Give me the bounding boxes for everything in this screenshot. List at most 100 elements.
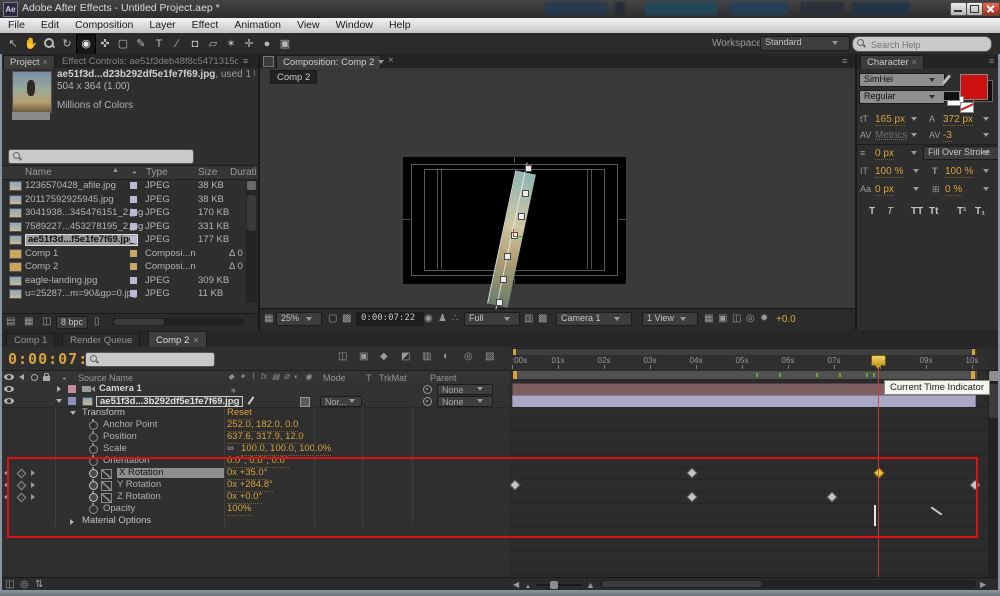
label-color-chip[interactable] [68, 397, 76, 405]
interpret-footage-icon[interactable]: ▤ [6, 316, 15, 328]
expand-arrow-icon[interactable] [70, 519, 74, 525]
comp-mini-tab[interactable]: Comp 2 [270, 70, 317, 84]
project-scrollbar[interactable] [246, 179, 257, 303]
column-parent[interactable]: Parent [430, 373, 457, 383]
font-size-arrow-icon[interactable] [911, 117, 917, 121]
pan-behind-tool-icon[interactable]: ✜ [96, 35, 114, 54]
panel-menu-icon[interactable]: ≡ [842, 56, 847, 66]
tab-character[interactable]: Character × [860, 55, 924, 69]
stroke-width-arrow-icon[interactable] [911, 151, 917, 155]
column-t[interactable]: T [366, 373, 372, 383]
current-time-indicator[interactable] [871, 355, 886, 366]
resolution-dropdown[interactable]: Full [464, 312, 520, 326]
prev-keyframe-icon[interactable] [4, 482, 8, 488]
live-update-icon[interactable]: ▣ [359, 351, 368, 362]
exposure-control-icon[interactable]: ✹ [760, 313, 768, 325]
close-button[interactable] [982, 2, 1000, 16]
project-row[interactable]: Comp 1Composi...nΔ 0 [0, 247, 246, 260]
maximize-button[interactable] [966, 2, 983, 16]
label-color-chip[interactable] [130, 290, 137, 297]
graph-editor-icon[interactable]: ▨ [485, 351, 494, 362]
project-row[interactable]: 3041938...345476151_2.jpgJPEG170 KB [0, 206, 246, 219]
column-trkmat[interactable]: TrkMat [379, 373, 407, 383]
quality-icon[interactable] [248, 396, 255, 405]
column-mode[interactable]: Mode [323, 373, 346, 383]
fast-previews-icon[interactable]: ▦ [704, 313, 713, 325]
set-keyframe-icon[interactable] [17, 481, 27, 491]
next-keyframe-icon[interactable] [31, 470, 35, 476]
timeline-zoom-slider[interactable] [536, 584, 582, 586]
timeline-tab-comp-1[interactable]: Comp 1 [6, 333, 55, 348]
property-label[interactable]: Anchor Point [103, 419, 157, 431]
grid-options-icon[interactable]: ▦ [264, 313, 273, 325]
work-area-start-handle[interactable] [513, 371, 517, 379]
column-type[interactable]: Type [146, 167, 168, 178]
project-item-name[interactable]: Comp 2 [25, 260, 58, 273]
horizontal-scale-value[interactable]: 100 % [945, 166, 973, 178]
parent-dropdown[interactable]: None [437, 396, 493, 407]
parent-dropdown[interactable]: None [437, 384, 493, 395]
frame-blending-icon[interactable]: ▥ [422, 351, 431, 362]
tracking-arrow-icon[interactable] [983, 133, 989, 137]
new-composition-icon[interactable]: ◫ [42, 316, 51, 328]
char-toggle-0[interactable]: T [869, 206, 875, 217]
zoom-slider-thumb[interactable] [550, 581, 558, 589]
property-label[interactable]: Position [103, 431, 137, 443]
camera-dropdown[interactable]: Camera 1 [556, 312, 632, 326]
brush-tool-icon[interactable]: ∕ [168, 35, 186, 54]
project-row[interactable]: 7589227...453278195_2.jpgJPEG331 KB [0, 220, 246, 233]
snapshot-icon[interactable]: ◉ [424, 313, 433, 325]
project-row[interactable]: Comp 2Composi...nΔ 0 [0, 260, 246, 273]
menu-window[interactable]: Window [328, 18, 381, 33]
sort-arrow-icon[interactable]: ▲ [112, 167, 119, 174]
blend-mode-dropdown[interactable]: Nor... [320, 396, 362, 407]
bit-depth-button[interactable]: 8 bpc [56, 316, 88, 329]
keyframe-z-rotation[interactable] [826, 491, 837, 502]
layer-handle[interactable] [518, 213, 525, 220]
project-item-name[interactable]: u=25287...m=90&gp=0.jpg [25, 287, 137, 300]
constrain-proportions-icon[interactable]: ∞ [227, 443, 234, 455]
kerning-arrow-icon[interactable] [911, 133, 917, 137]
fill-color-swatch[interactable] [960, 74, 988, 100]
local-axis-mode-icon[interactable]: ✛ [240, 35, 258, 54]
zoom-tool-icon[interactable] [40, 35, 58, 54]
eye-icon[interactable] [4, 386, 14, 392]
label-color-chip[interactable] [130, 182, 137, 189]
hand-tool-icon[interactable]: ✋ [22, 35, 40, 54]
timeline-button-icon[interactable]: ▣ [718, 313, 727, 325]
keyframe-x-rotation[interactable] [873, 467, 884, 478]
expand-arrow-icon[interactable] [70, 411, 76, 415]
stopwatch-icon[interactable] [89, 421, 98, 430]
label-color-chip[interactable] [130, 196, 137, 203]
char-toggle-1[interactable]: T [887, 206, 893, 217]
menu-animation[interactable]: Animation [226, 18, 289, 33]
project-row[interactable]: eagle-landing.jpgJPEG309 KB [0, 274, 246, 287]
char-toggle-5[interactable]: T₁ [975, 206, 985, 217]
tsume-value[interactable]: 0 % [945, 184, 962, 196]
menu-help[interactable]: Help [381, 18, 419, 33]
vertical-scale-value[interactable]: 100 % [875, 166, 903, 178]
set-keyframe-icon[interactable] [17, 469, 27, 479]
help-search-box[interactable] [852, 36, 992, 52]
type-tool-icon[interactable]: T [150, 35, 168, 54]
eraser-tool-icon[interactable]: ▱ [204, 35, 222, 54]
menu-view[interactable]: View [289, 18, 328, 33]
project-item-name[interactable]: 7589227...453278195_2.jpg [25, 220, 143, 233]
property-label[interactable]: X Rotation [117, 468, 224, 478]
layer-handle[interactable] [525, 165, 532, 172]
menu-edit[interactable]: Edit [33, 18, 67, 33]
project-row[interactable]: 20117592925945.jpgJPEG38 KB [0, 193, 246, 206]
layer-name[interactable]: Camera 1 [99, 383, 142, 395]
keyframe-y-rotation[interactable] [510, 479, 521, 490]
label-color-chip[interactable] [130, 223, 137, 230]
audio-column-icon[interactable] [19, 374, 24, 380]
rotation-tool-icon[interactable]: ↻ [58, 35, 76, 54]
prev-keyframe-icon[interactable] [4, 470, 8, 476]
column-duration[interactable]: Duration [230, 167, 256, 178]
comp-tab-dropdown-arrow-icon[interactable] [378, 60, 384, 64]
lock-column-icon[interactable] [43, 376, 50, 381]
tab-effect-controls[interactable]: Effect Controls: ae51f3deb48f8c5471315dd… [62, 55, 238, 68]
menu-effect[interactable]: Effect [184, 18, 227, 33]
stopwatch-icon[interactable] [89, 433, 98, 442]
stopwatch-icon[interactable] [89, 469, 98, 478]
